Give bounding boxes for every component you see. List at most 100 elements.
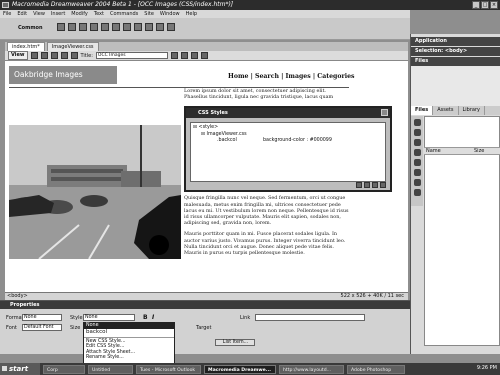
system-clock: 9:26 PM [476,365,497,371]
hyperlink-icon[interactable] [57,23,65,31]
task-outlook[interactable]: Tues - Microsoft Outlook [136,364,201,374]
col-size[interactable]: Size [474,148,484,155]
link-label: Link [240,315,251,321]
menu-edit[interactable]: Edit [17,10,27,18]
tab-index[interactable]: index.htm* [7,42,45,51]
format-select[interactable]: None [22,314,62,321]
files-panel-header[interactable]: Files [411,57,500,66]
view-button[interactable]: View [8,51,28,60]
tree-item-backcol[interactable]: .backcol background-color : #000099 [193,138,383,145]
tag-selector[interactable]: <body> [7,293,28,299]
menu-commands[interactable]: Commands [110,10,138,18]
tab-files[interactable]: Files [411,106,434,115]
properties-title[interactable]: Properties [0,301,410,309]
task-untitled[interactable]: Untitled [88,364,133,374]
preview-icon[interactable] [180,52,188,59]
menu-text[interactable]: Text [94,10,104,18]
refresh-icon[interactable] [190,52,198,59]
menu-insert[interactable]: Insert [51,10,65,18]
menu-file[interactable]: File [3,10,11,18]
live-data-icon[interactable] [60,52,68,59]
shockwave-icon[interactable] [413,159,421,166]
trash-icon[interactable] [380,182,386,188]
site-header: Oakbridge Images [9,66,117,84]
style-label: Style [70,315,83,321]
code-view-icon[interactable] [30,52,38,59]
view-options-icon[interactable] [200,52,208,59]
menu-modify[interactable]: Modify [71,10,88,18]
anchor-icon[interactable] [79,23,87,31]
image-icon[interactable] [112,23,120,31]
paragraph-2: Quisque fringilla nunc vel neque. Sed fe… [184,195,349,227]
paragraph-1: Lorem ipsum dolor sit amet, consectetuer… [184,88,334,101]
task-corp[interactable]: Corp [43,364,85,374]
menu-site[interactable]: Site [144,10,154,18]
files-panel-area [411,66,500,106]
link-input[interactable] [255,314,365,321]
urls-icon[interactable] [413,139,421,146]
title-label: Title: [80,52,93,59]
task-browser[interactable]: http://www.layoutd... [279,364,344,374]
comment-icon[interactable] [145,23,153,31]
nav-links[interactable]: Home | Search | Images | Categories [228,73,354,80]
design-view-icon[interactable] [50,52,58,59]
template-icon[interactable] [156,23,164,31]
close-button[interactable]: × [490,1,498,9]
debug-icon[interactable] [70,52,78,59]
tab-assets[interactable]: Assets [433,106,459,115]
attach-stylesheet-icon[interactable] [356,182,362,188]
media-icon[interactable] [123,23,131,31]
minimize-button[interactable]: _ [472,1,480,9]
font-select[interactable]: Default Font [22,324,62,331]
edit-style-icon[interactable] [372,182,378,188]
tag-chooser-icon[interactable] [167,23,175,31]
email-link-icon[interactable] [68,23,76,31]
tab-imageviewer-css[interactable]: ImageViewer.css [46,42,99,51]
selection-panel-header[interactable]: Selection: <body> [411,47,500,56]
task-photoshop[interactable]: Adobe Photoshop [347,364,405,374]
date-icon[interactable] [134,23,142,31]
close-icon[interactable] [381,109,388,116]
menu-help[interactable]: Help [186,10,197,18]
movies-icon[interactable] [413,169,421,176]
tab-library[interactable]: Library [459,106,485,115]
colors-icon[interactable] [413,129,421,136]
css-styles-panel[interactable]: CSS Styles ⊟ <style> ⊟ ImageViewer.css .… [184,106,392,192]
size-label: Size [70,325,81,331]
list-item-button[interactable]: List Item... [215,339,255,346]
menu-window[interactable]: Window [160,10,180,18]
layer-icon[interactable] [101,23,109,31]
style-select[interactable]: None [83,314,135,321]
images-icon[interactable] [413,119,421,126]
dreamweaver-icon [2,2,9,8]
insert-toolbar-icons [57,23,175,31]
scripts-icon[interactable] [413,179,421,186]
col-name[interactable]: Name [426,148,441,155]
insert-category-select[interactable]: Common [18,25,43,31]
rule-value: background-color : #000099 [263,138,332,143]
assets-category-bar [411,116,423,206]
menu-view[interactable]: View [33,10,45,18]
table-icon[interactable] [90,23,98,31]
italic-button[interactable]: I [152,314,154,321]
document-tabs: index.htm* ImageViewer.css [5,42,408,51]
rename-style-option[interactable]: Rename Style... [84,355,174,361]
title-input[interactable]: OCC Images [95,52,168,59]
task-dreamweaver[interactable]: Macromedia Dreamwe... [204,364,276,374]
css-panel-titlebar[interactable]: CSS Styles [186,108,390,118]
bold-button[interactable]: B [143,314,148,321]
css-tree: ⊟ <style> ⊟ ImageViewer.css .backcol bac… [190,122,386,182]
maximize-button[interactable]: □ [481,1,489,9]
application-panel-header[interactable]: Application [411,37,500,46]
file-management-icon[interactable] [170,52,178,59]
parking-lot-photo [9,125,181,259]
split-view-icon[interactable] [40,52,48,59]
new-style-icon[interactable] [364,182,370,188]
flash-icon[interactable] [413,149,421,156]
templates-icon[interactable] [413,189,421,196]
css-panel-title: CSS Styles [198,110,228,116]
start-button[interactable]: start [0,363,40,375]
document-toolbar: View Title: OCC Images [5,51,408,61]
style-option-backcol[interactable]: backcol [84,329,174,336]
windows-taskbar: start Corp Untitled Tues - Microsoft Out… [0,363,500,375]
